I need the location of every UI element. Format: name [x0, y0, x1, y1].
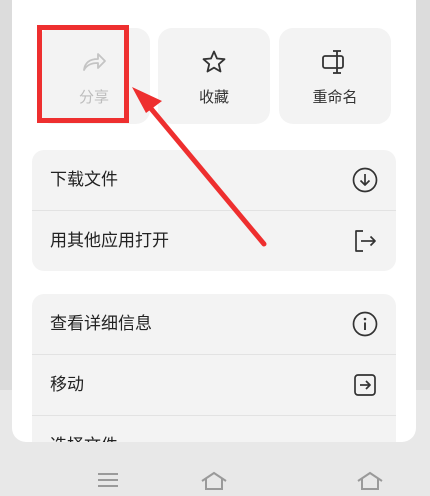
back-icon[interactable]: [355, 470, 385, 490]
home-icon[interactable]: [199, 470, 229, 490]
annotation-arrow: [132, 87, 267, 247]
menu-icon[interactable]: [93, 470, 123, 490]
